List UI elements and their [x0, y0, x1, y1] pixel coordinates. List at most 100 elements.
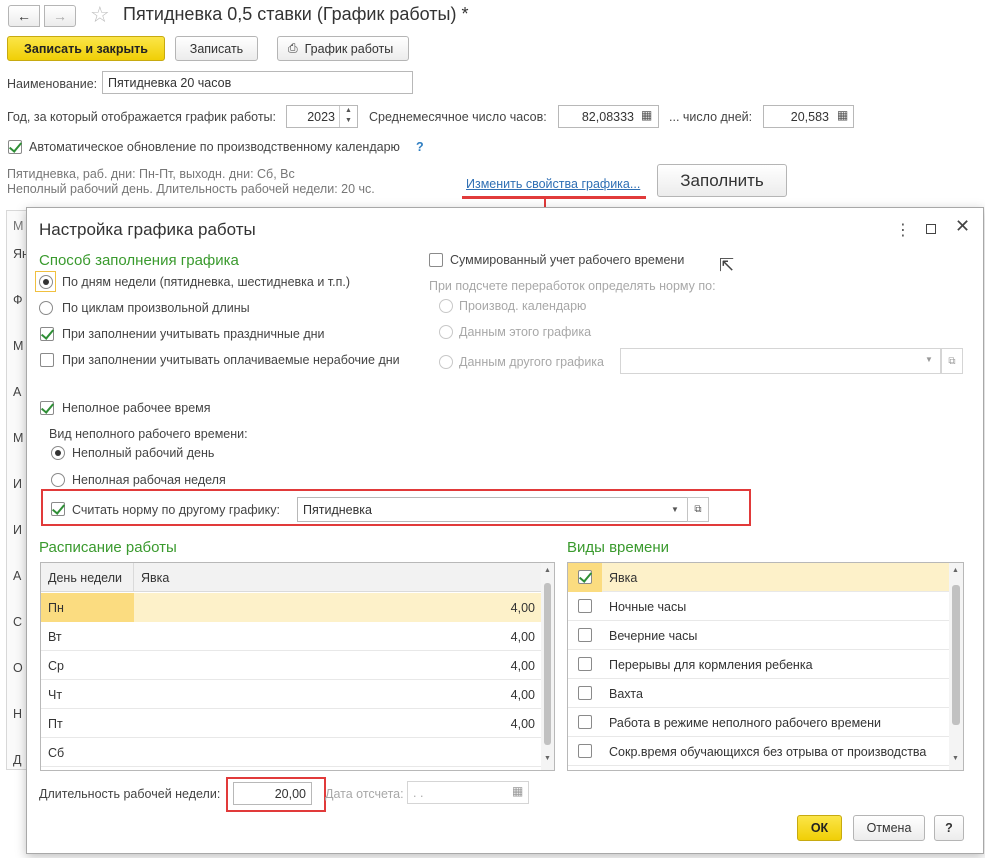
table-row[interactable]: Вт 4,00 — [41, 622, 542, 651]
checkbox-cell — [568, 563, 602, 592]
summarized-checkbox-label: Суммированный учет рабочего времени — [450, 253, 685, 267]
norm-other-value: Пятидневка — [303, 502, 372, 517]
fill-button[interactable]: Заполнить — [657, 164, 787, 197]
name-field[interactable]: Пятидневка 20 часов — [102, 71, 413, 94]
year-spinner[interactable]: ▲ ▼ — [339, 106, 357, 127]
change-properties-link[interactable]: Изменить свойства графика... — [466, 177, 640, 191]
scroll-up-icon[interactable]: ▲ — [544, 567, 551, 574]
radio-prod-calendar[interactable] — [439, 299, 453, 313]
time-type-checkbox[interactable] — [578, 715, 592, 729]
value-cell — [134, 738, 542, 767]
norm-other-select[interactable]: Пятидневка — [297, 497, 689, 522]
radio-part-week[interactable] — [51, 473, 65, 487]
time-type-checkbox[interactable] — [578, 657, 592, 671]
cancel-button[interactable]: Отмена — [853, 815, 925, 841]
list-item[interactable]: С — [13, 615, 22, 629]
list-item[interactable]: Ночные часы — [568, 592, 949, 621]
value-cell: 4,00 — [510, 658, 535, 673]
time-types-table: Явка Ночные часы Вечерние часы Перерывы … — [567, 562, 964, 771]
column-header[interactable]: Явка — [134, 563, 541, 592]
overtime-norm-label: При подсчете переработок определять норм… — [429, 279, 716, 293]
auto-update-checkbox[interactable] — [8, 140, 22, 154]
save-button[interactable]: Записать — [175, 36, 258, 61]
table-row[interactable]: Пн 4,00 — [41, 593, 542, 622]
schedule-print-button[interactable]: ⎙ График работы — [277, 36, 409, 61]
holidays-checkbox[interactable] — [40, 327, 54, 341]
summarized-checkbox[interactable] — [429, 253, 443, 267]
more-menu-icon[interactable]: ⋮ — [895, 220, 911, 240]
radio-this-schedule[interactable] — [439, 325, 453, 339]
time-types-scrollbar-thumb[interactable] — [952, 585, 960, 725]
list-item[interactable]: Д — [13, 753, 21, 767]
list-item[interactable]: М — [13, 339, 23, 353]
time-type-checkbox[interactable] — [578, 599, 592, 613]
list-item[interactable]: Вахта — [568, 679, 949, 708]
list-item[interactable]: И — [13, 477, 22, 491]
part-time-checkbox[interactable] — [40, 401, 54, 415]
column-header[interactable]: День недели — [41, 563, 134, 592]
calculator-icon[interactable]: ▦ — [641, 108, 652, 122]
list-item[interactable]: Н — [13, 707, 22, 721]
time-type-label: Ночные часы — [609, 599, 687, 614]
norm-other-checkbox[interactable] — [51, 502, 65, 516]
chevron-down-icon[interactable]: ▼ — [925, 355, 933, 364]
part-time-kind-label: Вид неполного рабочего времени: — [49, 427, 248, 441]
list-item[interactable]: И — [13, 523, 22, 537]
calculator-icon[interactable]: ▦ — [837, 108, 848, 122]
list-item[interactable]: Перерывы для кормления ребенка — [568, 650, 949, 679]
time-type-label: Перерывы для кормления ребенка — [609, 657, 813, 672]
other-schedule-select[interactable] — [620, 348, 941, 374]
help-link[interactable]: ? — [416, 140, 424, 154]
time-type-checkbox[interactable] — [578, 628, 592, 642]
time-type-label: Явка — [609, 570, 638, 585]
name-label: Наименование: — [7, 77, 98, 91]
list-item[interactable]: Сокр.время обучающихся без отрыва от про… — [568, 737, 949, 766]
list-item[interactable]: Явка — [568, 563, 949, 592]
save-and-close-button[interactable]: Записать и закрыть — [7, 36, 165, 61]
table-row[interactable]: Пт 4,00 — [41, 709, 542, 738]
list-item[interactable]: М — [13, 431, 23, 445]
list-item[interactable]: О — [13, 661, 23, 675]
star-icon[interactable]: ☆ — [90, 2, 110, 28]
forward-button[interactable]: → — [44, 5, 76, 27]
list-item[interactable]: Работа в режиме неполного рабочего време… — [568, 708, 949, 737]
table-row[interactable]: Сб — [41, 738, 542, 767]
list-item[interactable]: А — [13, 569, 21, 583]
year-label: Год, за который отображается график рабо… — [7, 110, 277, 124]
scroll-up-icon[interactable]: ▲ — [952, 567, 959, 574]
schedule-scrollbar-thumb[interactable] — [544, 583, 551, 745]
ok-button[interactable]: ОК — [797, 815, 842, 841]
back-button[interactable]: ← — [8, 5, 40, 27]
scroll-down-icon[interactable]: ▼ — [544, 755, 551, 762]
day-cell: Ср — [48, 658, 64, 673]
table-row[interactable]: Ср 4,00 — [41, 651, 542, 680]
close-icon[interactable]: ✕ — [955, 216, 970, 237]
radio-by-cycles[interactable] — [39, 301, 53, 315]
open-icon[interactable]: ⧉ — [687, 497, 709, 522]
background-list-header: М — [13, 219, 24, 233]
help-button[interactable]: ? — [934, 815, 964, 841]
open-icon[interactable]: ⧉ — [941, 348, 963, 374]
ref-date-value: . . — [413, 785, 424, 800]
radio-part-day[interactable] — [51, 446, 65, 460]
time-type-checkbox[interactable] — [578, 744, 592, 758]
table-row[interactable]: Чт 4,00 — [41, 680, 542, 709]
radio-by-weekdays[interactable] — [39, 275, 53, 289]
time-types-scrollbar[interactable]: ▲ ▼ — [949, 563, 963, 770]
list-item[interactable]: Ф — [13, 293, 23, 307]
paid-nonwork-checkbox[interactable] — [40, 353, 54, 367]
part-time-checkbox-label: Неполное рабочее время — [62, 401, 211, 415]
chevron-down-icon[interactable]: ▼ — [671, 505, 679, 514]
radio-other-schedule[interactable] — [439, 355, 453, 369]
time-type-checkbox[interactable] — [578, 686, 592, 700]
maximize-icon[interactable] — [926, 224, 936, 234]
radio-by-weekdays-label: По дням недели (пятидневка, шестидневка … — [62, 275, 351, 289]
ref-date-field[interactable]: . . — [407, 781, 529, 804]
list-item[interactable]: А — [13, 385, 21, 399]
schedule-scrollbar[interactable]: ▲ ▼ — [541, 563, 554, 770]
list-item[interactable]: Вечерние часы — [568, 621, 949, 650]
scroll-down-icon[interactable]: ▼ — [952, 755, 959, 762]
calendar-icon[interactable]: ▦ — [512, 784, 523, 798]
time-type-checkbox[interactable] — [578, 570, 592, 584]
week-length-field[interactable]: 20,00 — [233, 782, 312, 805]
